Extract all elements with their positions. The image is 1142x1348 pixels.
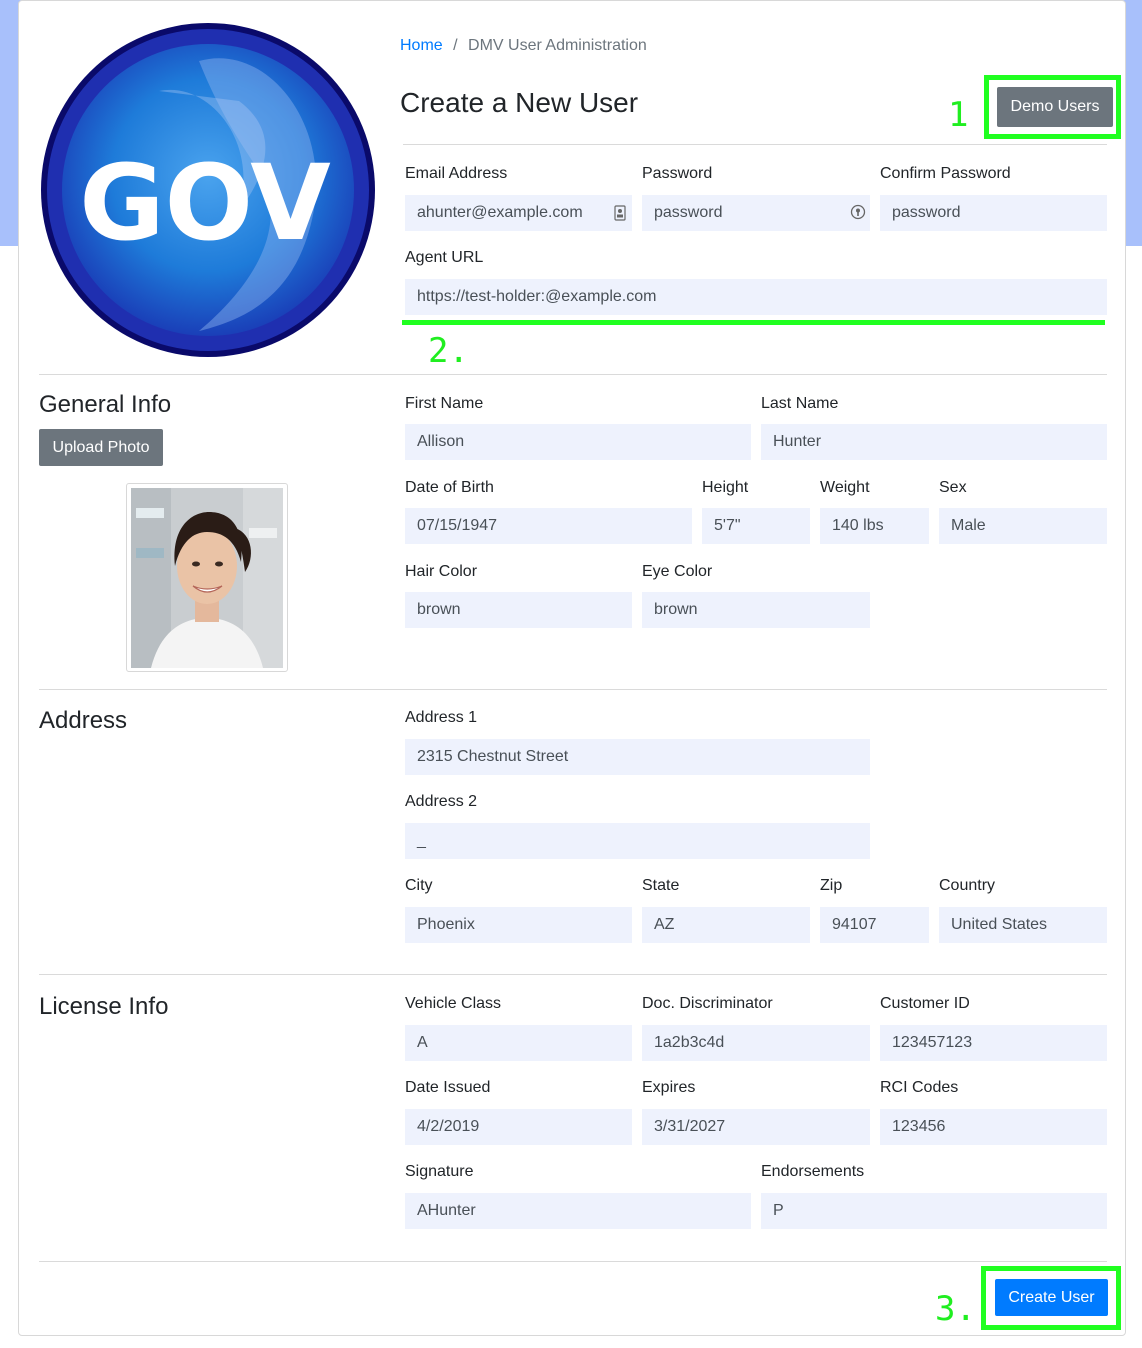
rci-codes-field[interactable]: 123456 xyxy=(880,1109,1107,1145)
date-issued-label: Date Issued xyxy=(405,1079,491,1096)
state-label: State xyxy=(642,877,680,894)
annotation-number-3: 3. xyxy=(935,1289,976,1329)
weight-label: Weight xyxy=(820,479,870,496)
breadcrumb-separator: / xyxy=(453,37,458,54)
confirm-password-field[interactable]: password xyxy=(880,195,1107,231)
country-field[interactable]: United States xyxy=(939,907,1107,943)
address2-label: Address 2 xyxy=(405,793,478,810)
breadcrumb-home-link[interactable]: Home xyxy=(400,37,443,54)
form-card: GOV Home / DMV User Administration Creat… xyxy=(18,0,1126,1336)
vehicle-class-label: Vehicle Class xyxy=(405,995,502,1012)
password-label: Password xyxy=(642,165,713,182)
divider xyxy=(39,689,1107,690)
contact-card-icon xyxy=(614,205,626,221)
divider xyxy=(39,1261,1107,1262)
gov-logo: GOV xyxy=(39,21,377,359)
email-label: Email Address xyxy=(405,165,508,182)
signature-label: Signature xyxy=(405,1163,474,1180)
expires-label: Expires xyxy=(642,1079,696,1096)
vehicle-class-field[interactable]: A xyxy=(405,1025,632,1061)
address-title: Address xyxy=(39,707,128,734)
address2-field[interactable]: _ xyxy=(405,823,870,859)
city-label: City xyxy=(405,877,433,894)
rci-codes-label: RCI Codes xyxy=(880,1079,959,1096)
breadcrumb-current: DMV User Administration xyxy=(468,37,647,54)
breadcrumb: Home / DMV User Administration xyxy=(400,37,647,55)
weight-field[interactable]: 140 lbs xyxy=(820,508,929,544)
zip-label: Zip xyxy=(820,877,843,894)
sex-label: Sex xyxy=(939,479,967,496)
key-icon xyxy=(850,204,866,220)
signature-field[interactable]: AHunter xyxy=(405,1193,751,1229)
email-field[interactable]: ahunter@example.com xyxy=(405,195,632,231)
logo-text: GOV xyxy=(79,142,330,264)
sex-field[interactable]: Male xyxy=(939,508,1107,544)
divider xyxy=(39,374,1107,375)
endorsements-label: Endorsements xyxy=(761,1163,865,1180)
address1-label: Address 1 xyxy=(405,709,478,726)
dob-label: Date of Birth xyxy=(405,479,494,496)
eye-color-field[interactable]: brown xyxy=(642,592,870,628)
zip-field[interactable]: 94107 xyxy=(820,907,929,943)
endorsements-field[interactable]: P xyxy=(761,1193,1107,1229)
annotation-number-1: 1 xyxy=(948,95,969,135)
annotation-underline-2 xyxy=(402,320,1105,325)
city-field[interactable]: Phoenix xyxy=(405,907,632,943)
height-field[interactable]: 5'7" xyxy=(702,508,810,544)
confirm-password-label: Confirm Password xyxy=(880,165,1011,182)
doc-discriminator-field[interactable]: 1a2b3c4d xyxy=(642,1025,870,1061)
last-name-label: Last Name xyxy=(761,395,839,412)
first-name-label: First Name xyxy=(405,395,484,412)
upload-photo-button[interactable]: Upload Photo xyxy=(39,429,163,466)
divider xyxy=(403,144,1107,145)
last-name-field[interactable]: Hunter xyxy=(761,424,1107,460)
doc-discriminator-label: Doc. Discriminator xyxy=(642,995,773,1012)
height-label: Height xyxy=(702,479,749,496)
password-field[interactable]: password xyxy=(642,195,870,231)
customer-id-label: Customer ID xyxy=(880,995,970,1012)
demo-users-button[interactable]: Demo Users xyxy=(997,87,1113,127)
country-label: Country xyxy=(939,877,996,894)
hair-color-field[interactable]: brown xyxy=(405,592,632,628)
hair-color-label: Hair Color xyxy=(405,563,478,580)
expires-field[interactable]: 3/31/2027 xyxy=(642,1109,870,1145)
create-user-button[interactable]: Create User xyxy=(995,1279,1108,1316)
eye-color-label: Eye Color xyxy=(642,563,713,580)
annotation-number-2: 2. xyxy=(428,331,469,371)
address1-field[interactable]: 2315 Chestnut Street xyxy=(405,739,870,775)
agent-url-field[interactable]: https://test-holder:@example.com xyxy=(405,279,1107,315)
profile-photo xyxy=(126,483,288,672)
customer-id-field[interactable]: 123457123 xyxy=(880,1025,1107,1061)
agent-url-label: Agent URL xyxy=(405,249,484,266)
license-info-title: License Info xyxy=(39,993,169,1020)
divider xyxy=(39,974,1107,975)
general-info-title: General Info xyxy=(39,391,172,418)
dob-field[interactable]: 07/15/1947 xyxy=(405,508,692,544)
state-field[interactable]: AZ xyxy=(642,907,810,943)
date-issued-field[interactable]: 4/2/2019 xyxy=(405,1109,632,1145)
first-name-field[interactable]: Allison xyxy=(405,424,751,460)
page-title: Create a New User xyxy=(400,87,639,118)
